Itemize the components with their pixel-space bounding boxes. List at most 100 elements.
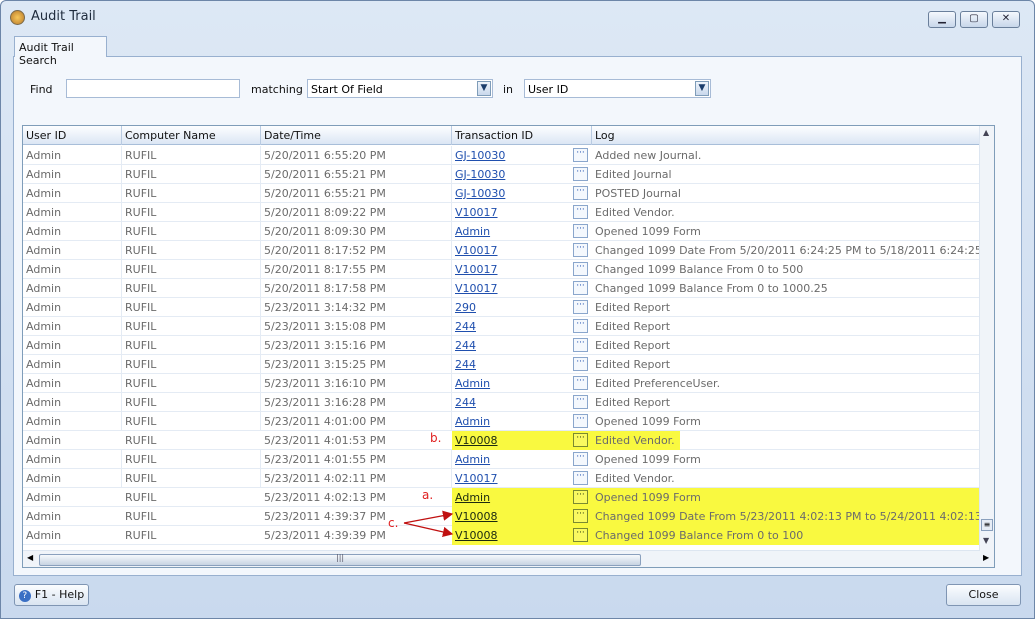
- transaction-link[interactable]: GJ-10030: [455, 187, 505, 200]
- transaction-link[interactable]: V10017: [455, 206, 498, 219]
- ellipsis-button[interactable]: ···: [573, 262, 588, 276]
- chevron-down-icon[interactable]: ▼: [695, 81, 709, 96]
- column-header[interactable]: User ID: [23, 126, 122, 145]
- close-window-button[interactable]: ✕: [992, 11, 1020, 28]
- table-row[interactable]: Admin RUFIL 5/20/2011 8:17:58 PM V10017 ··· C…: [23, 279, 980, 298]
- transaction-link[interactable]: 244: [455, 396, 476, 409]
- transaction-id-cell[interactable]: V10008 ···: [452, 526, 592, 545]
- table-row[interactable]: Admin RUFIL 5/20/2011 6:55:20 PM GJ-10030 ··…: [23, 146, 980, 165]
- transaction-link[interactable]: V10017: [455, 472, 498, 485]
- table-row[interactable]: Admin RUFIL 5/20/2011 8:17:52 PM V10017 ··· C…: [23, 241, 994, 260]
- table-row[interactable]: Admin RUFIL 5/23/2011 3:15:25 PM 244 ··· Edit…: [23, 355, 980, 374]
- ellipsis-button[interactable]: ···: [573, 433, 588, 447]
- ellipsis-button[interactable]: ···: [573, 281, 588, 295]
- transaction-id-cell[interactable]: 244 ···: [452, 355, 592, 374]
- ellipsis-button[interactable]: ···: [573, 186, 588, 200]
- vertical-scrollbar[interactable]: ▲ ≡ ▼: [979, 126, 994, 567]
- transaction-link[interactable]: GJ-10030: [455, 149, 505, 162]
- transaction-link[interactable]: V10017: [455, 244, 498, 257]
- transaction-link[interactable]: Admin: [455, 453, 490, 466]
- ellipsis-button[interactable]: ···: [573, 319, 588, 333]
- ellipsis-button[interactable]: ···: [573, 414, 588, 428]
- ellipsis-button[interactable]: ···: [573, 300, 588, 314]
- horizontal-scrollbar[interactable]: ◀ ||| ▶: [23, 550, 989, 567]
- table-row[interactable]: Admin RUFIL 5/20/2011 8:17:55 PM V10017 ··· C…: [23, 260, 980, 279]
- table-row[interactable]: Admin RUFIL 5/20/2011 6:55:21 PM GJ-10030 ··…: [23, 165, 980, 184]
- column-header[interactable]: Date/Time: [261, 126, 452, 145]
- column-header[interactable]: Transaction ID: [452, 126, 592, 145]
- table-row[interactable]: Admin RUFIL 5/23/2011 4:39:37 PM V10008 ··· C…: [23, 507, 994, 526]
- column-header[interactable]: Log: [592, 126, 980, 145]
- ellipsis-button[interactable]: ···: [573, 528, 588, 542]
- table-row[interactable]: Admin RUFIL 5/23/2011 4:02:13 PM Admin ··· Op…: [23, 488, 980, 507]
- ellipsis-button[interactable]: ···: [573, 338, 588, 352]
- table-row[interactable]: Admin RUFIL 5/23/2011 3:16:28 PM 244 ··· Edit…: [23, 393, 980, 412]
- table-row[interactable]: Admin RUFIL 5/20/2011 8:09:22 PM V10017 ··· E…: [23, 203, 980, 222]
- ellipsis-button[interactable]: ···: [573, 490, 588, 504]
- transaction-id-cell[interactable]: V10008 ···: [452, 507, 592, 526]
- transaction-link[interactable]: Admin: [455, 225, 490, 238]
- transaction-id-cell[interactable]: Admin ···: [452, 374, 592, 393]
- transaction-id-cell[interactable]: V10017 ···: [452, 241, 592, 260]
- transaction-id-cell[interactable]: 244 ···: [452, 336, 592, 355]
- ellipsis-button[interactable]: ···: [573, 357, 588, 371]
- ellipsis-button[interactable]: ···: [573, 148, 588, 162]
- transaction-link[interactable]: Admin: [455, 415, 490, 428]
- table-row[interactable]: Admin RUFIL 5/23/2011 4:39:39 PM V10008 ··· C…: [23, 526, 980, 545]
- transaction-link[interactable]: GJ-10030: [455, 168, 505, 181]
- transaction-link[interactable]: Admin: [455, 491, 490, 504]
- transaction-id-cell[interactable]: V10017 ···: [452, 469, 592, 488]
- in-select[interactable]: User ID ▼: [524, 79, 711, 98]
- table-row[interactable]: Admin RUFIL 5/23/2011 4:01:55 PM Admin ··· Op…: [23, 450, 980, 469]
- ellipsis-button[interactable]: ···: [573, 205, 588, 219]
- transaction-link[interactable]: V10017: [455, 282, 498, 295]
- ellipsis-button[interactable]: ···: [573, 224, 588, 238]
- table-row[interactable]: Admin RUFIL 5/20/2011 6:55:21 PM GJ-10030 ··…: [23, 184, 980, 203]
- transaction-id-cell[interactable]: Admin ···: [452, 222, 592, 241]
- scroll-down-icon[interactable]: ▼: [983, 536, 989, 545]
- transaction-link[interactable]: V10017: [455, 263, 498, 276]
- maximize-button[interactable]: ▢: [960, 11, 988, 28]
- minimize-button[interactable]: ▁: [928, 11, 956, 28]
- transaction-link[interactable]: V10008: [455, 529, 498, 542]
- table-row[interactable]: Admin RUFIL 5/23/2011 3:16:10 PM Admin ··· Ed…: [23, 374, 980, 393]
- transaction-id-cell[interactable]: GJ-10030 ···: [452, 165, 592, 184]
- table-row[interactable]: Admin RUFIL 5/23/2011 3:15:08 PM 244 ··· Edit…: [23, 317, 980, 336]
- table-row[interactable]: Admin RUFIL 5/23/2011 3:14:32 PM 290 ··· Edit…: [23, 298, 980, 317]
- transaction-id-cell[interactable]: Admin ···: [452, 450, 592, 469]
- table-row[interactable]: Admin RUFIL 5/20/2011 8:09:30 PM Admin ··· Op…: [23, 222, 980, 241]
- scroll-left-icon[interactable]: ◀: [27, 553, 33, 562]
- table-row[interactable]: Admin RUFIL 5/23/2011 4:02:11 PM V10017 ··· E…: [23, 469, 980, 488]
- transaction-link[interactable]: 290: [455, 301, 476, 314]
- transaction-link[interactable]: 244: [455, 358, 476, 371]
- transaction-link[interactable]: 244: [455, 320, 476, 333]
- transaction-link[interactable]: V10008: [455, 510, 498, 523]
- find-input[interactable]: [66, 79, 240, 98]
- transaction-link[interactable]: Admin: [455, 377, 490, 390]
- scroll-thumb[interactable]: ≡: [981, 519, 993, 531]
- transaction-id-cell[interactable]: 244 ···: [452, 393, 592, 412]
- transaction-id-cell[interactable]: V10017 ···: [452, 279, 592, 298]
- chevron-down-icon[interactable]: ▼: [477, 81, 491, 96]
- table-row[interactable]: Admin RUFIL 5/23/2011 4:01:53 PM V10008 ··· E…: [23, 431, 980, 450]
- table-row[interactable]: Admin RUFIL 5/23/2011 4:01:00 PM Admin ··· Op…: [23, 412, 980, 431]
- horizontal-scroll-thumb[interactable]: |||: [39, 553, 641, 566]
- scroll-right-icon[interactable]: ▶: [983, 553, 989, 562]
- ellipsis-button[interactable]: ···: [573, 395, 588, 409]
- transaction-link[interactable]: V10008: [455, 434, 498, 447]
- table-row[interactable]: Admin RUFIL 5/23/2011 3:15:16 PM 244 ··· Edit…: [23, 336, 980, 355]
- matching-select[interactable]: Start Of Field ▼: [307, 79, 493, 98]
- scroll-up-icon[interactable]: ▲: [983, 128, 989, 137]
- transaction-id-cell[interactable]: Admin ···: [452, 412, 592, 431]
- ellipsis-button[interactable]: ···: [573, 471, 588, 485]
- transaction-id-cell[interactable]: 290 ···: [452, 298, 592, 317]
- close-button[interactable]: Close: [946, 584, 1021, 606]
- ellipsis-button[interactable]: ···: [573, 167, 588, 181]
- transaction-id-cell[interactable]: GJ-10030 ···: [452, 146, 592, 165]
- ellipsis-button[interactable]: ···: [573, 376, 588, 390]
- transaction-id-cell[interactable]: 244 ···: [452, 317, 592, 336]
- ellipsis-button[interactable]: ···: [573, 509, 588, 523]
- ellipsis-button[interactable]: ···: [573, 243, 588, 257]
- help-button[interactable]: ? F1 - Help: [14, 584, 89, 606]
- transaction-id-cell[interactable]: GJ-10030 ···: [452, 184, 592, 203]
